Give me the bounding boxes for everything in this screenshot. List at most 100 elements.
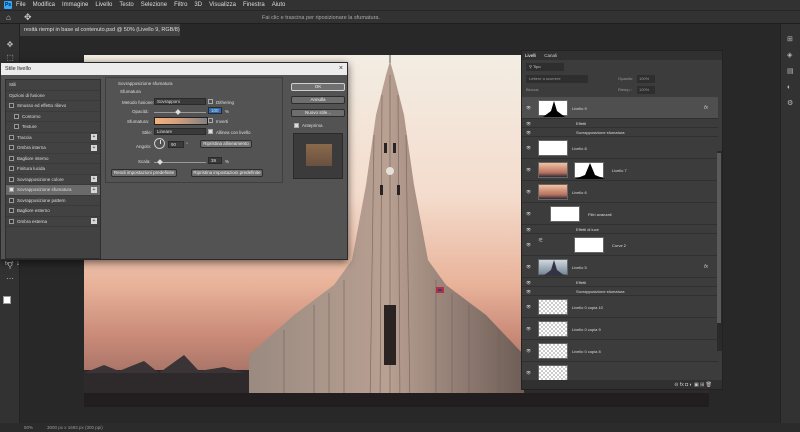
visibility-eye-icon[interactable]: 👁 [526, 121, 531, 126]
menu-immagine[interactable]: Immagine [62, 2, 88, 8]
document-tab[interactable]: resità riempi in base al contenuto.psd @… [20, 24, 180, 36]
preview-checkbox[interactable] [294, 123, 299, 128]
layers-footer-icons[interactable]: ⊝ fx ◘ ◐ ▣ ⊞ 🗑 [522, 380, 722, 389]
layer-effect-row[interactable]: 👁 Effetti di luce [522, 225, 718, 234]
visibility-eye-icon[interactable]: 👁 [526, 227, 531, 232]
photoshop-logo[interactable]: Ps [4, 1, 12, 9]
visibility-eye-icon[interactable]: 👁 [526, 289, 531, 294]
reverse-checkbox[interactable] [208, 118, 213, 123]
foreground-color-swatch[interactable] [3, 296, 11, 304]
visibility-eye-icon[interactable]: 👁 [526, 145, 531, 150]
make-default-button[interactable]: Rendi impostazioni predefinite [111, 169, 177, 177]
layer-effect-row[interactable]: 👁 Effetti [522, 278, 718, 287]
style-checkbox[interactable] [9, 187, 14, 193]
style-checkbox[interactable] [9, 103, 14, 109]
menu-3d[interactable]: 3D [194, 2, 202, 8]
visibility-eye-icon[interactable]: 👁 [526, 130, 531, 135]
style-list-item[interactable]: Opzioni di fusione [6, 91, 100, 101]
style-checkbox[interactable] [9, 197, 14, 203]
style-list-item[interactable]: Smusso ed effetto rilievo [6, 101, 100, 112]
move-tool-icon[interactable]: ✥ [24, 12, 32, 23]
visibility-eye-icon[interactable]: 👁 [526, 304, 531, 309]
layer-fx-icon[interactable]: fx [704, 105, 708, 111]
layer-row[interactable]: 👁 Livello 7 [522, 159, 718, 181]
style-checkbox[interactable] [9, 208, 14, 214]
zoom-level[interactable]: 50% [24, 425, 33, 430]
layer-kind-filter[interactable]: ⚲ Tipo [526, 63, 564, 71]
visibility-eye-icon[interactable]: 👁 [526, 242, 531, 247]
visibility-eye-icon[interactable]: 👁 [526, 211, 531, 216]
tab-layers[interactable]: Livelli [525, 53, 536, 58]
style-checkbox[interactable] [14, 113, 19, 119]
scale-field[interactable]: 39 [208, 157, 222, 164]
layer-row[interactable]: 👁 Livello 6 [522, 181, 718, 203]
home-icon[interactable]: ⌂ [6, 13, 11, 22]
menu-modifica[interactable]: Modifica [33, 2, 55, 8]
tab-channels[interactable]: Canali [544, 53, 557, 58]
menu-file[interactable]: File [16, 2, 26, 8]
style-checkbox[interactable] [9, 155, 14, 161]
style-checkbox[interactable] [9, 134, 14, 140]
style-list-item[interactable]: Bagliore interno [6, 154, 100, 164]
layer-row[interactable]: 👁 Livello 0 copia 10 [522, 296, 718, 318]
style-list-item[interactable]: Finitura lucida [6, 164, 100, 175]
style-list-item[interactable]: Contorno [6, 112, 100, 122]
style-list-item[interactable]: Sovrapposizione pattern [6, 196, 100, 206]
style-list-item[interactable]: Texture [6, 122, 100, 133]
opacity-slider-knob[interactable] [175, 109, 181, 115]
layer-mask-thumbnail[interactable] [574, 237, 604, 253]
style-checkbox[interactable] [9, 176, 14, 182]
blend-mode-select[interactable]: Sovrapponi [154, 98, 206, 105]
layer-fx-icon[interactable]: fx [704, 264, 708, 270]
menu-aiuto[interactable]: Aiuto [272, 2, 286, 8]
layer-effect-row[interactable]: 👁 Sovrapposizione sfumatura [522, 128, 718, 137]
style-checkbox[interactable] [9, 145, 14, 151]
style-list-item[interactable]: Sovrapposizione colore + [6, 175, 100, 185]
menu-selezione[interactable]: Selezione [141, 2, 167, 8]
style-list-item[interactable]: Traccia + [6, 133, 100, 143]
scale-slider-knob[interactable] [157, 159, 163, 165]
layer-row[interactable]: 👁 ⚟ Curve 2 [522, 234, 718, 256]
style-list-item[interactable]: Ombra interna + [6, 143, 100, 154]
layer-mask-thumbnail[interactable] [574, 162, 605, 179]
layer-row[interactable]: 👁 Filtri avanzati [522, 203, 718, 225]
add-effect-icon[interactable]: + [91, 144, 97, 151]
visibility-eye-icon[interactable]: 👁 [526, 264, 531, 269]
add-effect-icon[interactable]: + [91, 134, 97, 141]
layer-row[interactable]: 👁 Livello 0 copia 9 [522, 318, 718, 340]
layer-effect-row[interactable]: 👁 Effetti [522, 119, 718, 128]
layer-row[interactable]: 👁 Livello 0 copia 8 [522, 340, 718, 362]
style-list-item[interactable]: Ombra esterna + [6, 217, 100, 227]
visibility-eye-icon[interactable]: 👁 [526, 167, 531, 172]
menu-finestra[interactable]: Finestra [243, 2, 265, 8]
visibility-eye-icon[interactable]: 👁 [526, 280, 531, 285]
layer-row[interactable]: 👁 Livello 5 fx [522, 256, 718, 278]
style-list-footer[interactable]: fx ⇡ ⇣ [5, 261, 20, 269]
menu-visualizza[interactable]: Visualizza [209, 2, 236, 8]
blend-mode-select[interactable]: Lettere a scorrere [526, 75, 588, 83]
angle-field[interactable]: 90 [168, 141, 184, 148]
style-checkbox[interactable] [14, 124, 19, 130]
new-style-button[interactable]: Nuovo stile... [291, 109, 345, 117]
close-icon[interactable]: × [339, 65, 343, 72]
style-select[interactable]: Lineare [154, 128, 206, 135]
visibility-eye-icon[interactable]: 👁 [526, 326, 531, 331]
opacity-field[interactable]: 100 [208, 107, 222, 114]
layer-row[interactable]: 👁 Livello 9 fx [522, 97, 718, 119]
layer-row[interactable]: 👁 Livello 8 [522, 137, 718, 159]
style-list-item[interactable]: Bagliore esterno [6, 206, 100, 217]
menu-testo[interactable]: Testo [119, 2, 133, 8]
dock-icons[interactable]: ⊞ ◈ ▤ ◐ ⚙ [787, 32, 794, 112]
add-effect-icon[interactable]: + [91, 186, 97, 193]
style-checkbox[interactable] [9, 218, 14, 224]
menu-filtro[interactable]: Filtro [174, 2, 187, 8]
align-checkbox[interactable] [208, 129, 213, 134]
layer-opacity-field[interactable]: 100% [637, 75, 655, 83]
style-list-item[interactable]: Sovrapposizione sfumatura + [6, 185, 100, 196]
style-checkbox[interactable] [9, 166, 14, 172]
visibility-eye-icon[interactable]: 👁 [526, 348, 531, 353]
reset-alignment-button[interactable]: Ripristina allineamento [200, 140, 252, 148]
visibility-eye-icon[interactable]: 👁 [526, 189, 531, 194]
cancel-button[interactable]: Annulla [291, 96, 345, 104]
layers-scrollbar[interactable] [717, 151, 722, 351]
